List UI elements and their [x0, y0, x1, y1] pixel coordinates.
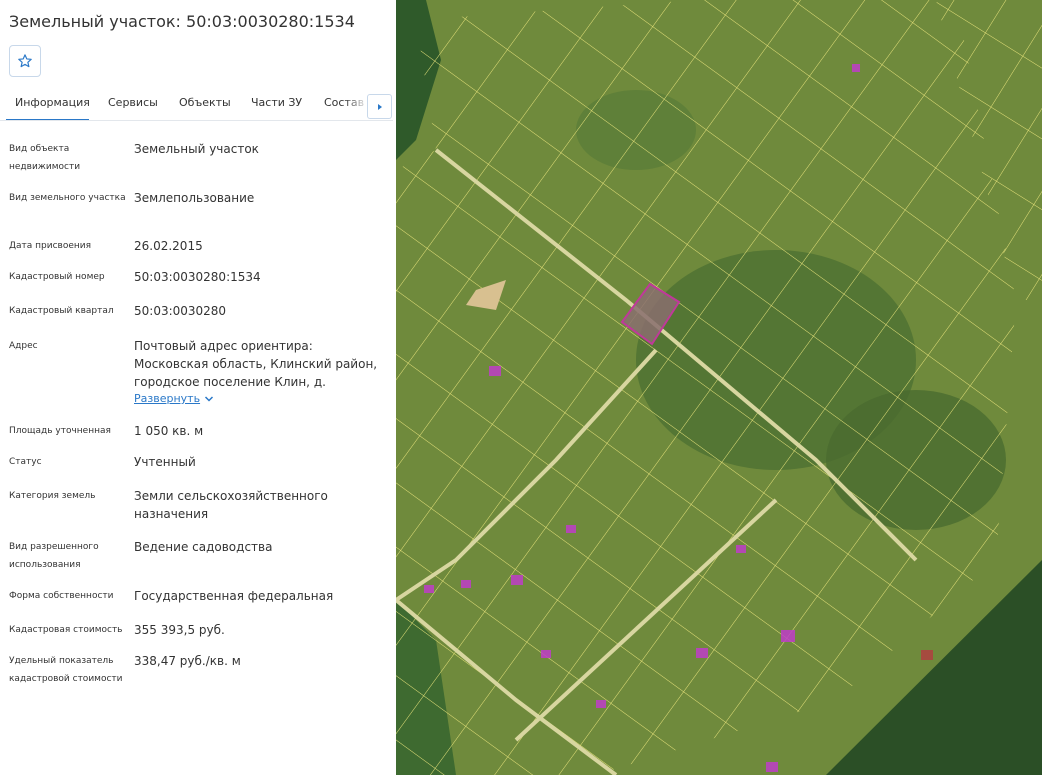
field-label: Статус — [9, 457, 42, 467]
field-cad-cost: Кадастровая стоимость 355 393,5 руб. — [9, 621, 389, 641]
field-ownership: Форма собственности Государственная феде… — [9, 587, 389, 607]
building — [511, 575, 523, 585]
field-label: Вид земельного участка — [9, 193, 126, 203]
building — [766, 762, 778, 772]
field-status: Статус Учтенный — [9, 453, 389, 473]
field-label: Кадастровый квартал — [9, 306, 114, 316]
field-permitted-use: Вид разрешенного использования Ведение с… — [9, 538, 389, 578]
field-unit-cost: Удельный показатель кадастровой стоимост… — [9, 652, 389, 692]
field-label: Кадастровый номер — [9, 272, 105, 282]
building — [566, 525, 576, 533]
field-label: Вид объекта недвижимости — [9, 144, 81, 172]
field-value: Государственная федеральная — [134, 589, 334, 603]
field-value: 1 050 кв. м — [134, 424, 204, 438]
tab-services[interactable]: Сервисы — [108, 96, 158, 120]
building — [781, 630, 795, 642]
field-area: Площадь уточненная 1 050 кв. м — [9, 422, 389, 442]
building — [696, 648, 708, 658]
field-label: Площадь уточненная — [9, 426, 111, 436]
field-address: Адрес Почтовый адрес ориентира: Московск… — [9, 337, 389, 412]
building — [596, 700, 606, 708]
field-value: 338,47 руб./кв. м — [134, 654, 241, 668]
map-canvas[interactable] — [396, 0, 1042, 775]
field-label: Категория земель — [9, 491, 96, 501]
field-label: Удельный показатель кадастровой стоимост… — [9, 656, 123, 684]
cadastral-map[interactable] — [396, 0, 1042, 775]
expand-label: Развернуть — [134, 392, 201, 405]
field-value: 355 393,5 руб. — [134, 623, 225, 637]
field-value: Землепользование — [134, 191, 255, 205]
field-cad-number: Кадастровый номер 50:03:0030280:1534 — [9, 268, 389, 288]
building — [461, 580, 471, 588]
chevron-down-icon — [205, 395, 214, 402]
field-value: 26.02.2015 — [134, 239, 203, 253]
tab-info[interactable]: Информация — [6, 96, 90, 120]
expand-address-link[interactable]: Развернуть — [134, 392, 214, 405]
field-label: Кадастровая стоимость — [9, 625, 123, 635]
page-title: Земельный участок: 50:03:0030280:1534 — [9, 12, 355, 31]
tab-objects[interactable]: Объекты — [179, 96, 231, 120]
field-land-category: Категория земель Земли сельскохозяйствен… — [9, 487, 389, 527]
building — [852, 64, 860, 72]
tabs-scroll-button[interactable] — [367, 94, 392, 119]
field-value: 50:03:0030280 — [134, 304, 227, 318]
tab-parts[interactable]: Части ЗУ — [251, 96, 302, 120]
field-value: Учтенный — [134, 455, 196, 469]
favorite-button[interactable] — [9, 45, 41, 77]
building — [489, 366, 501, 376]
info-panel: Земельный участок: 50:03:0030280:1534 Ин… — [0, 0, 396, 775]
field-assign-date: Дата присвоения 26.02.2015 — [9, 237, 389, 257]
field-value: Почтовый адрес ориентира: Московская обл… — [134, 339, 378, 389]
field-value: 50:03:0030280:1534 — [134, 270, 261, 284]
field-value: Земельный участок — [134, 142, 259, 156]
building — [541, 650, 551, 658]
chevron-right-icon — [377, 103, 382, 110]
field-parcel-type: Вид земельного участка Землепользование — [9, 189, 389, 229]
field-label: Дата присвоения — [9, 241, 92, 251]
field-value: Земли сельскохозяйственного назначения — [134, 489, 328, 521]
building — [736, 545, 746, 553]
tab-fade — [345, 91, 369, 120]
field-label: Форма собственности — [9, 591, 114, 601]
field-object-type: Вид объекта недвижимости Земельный участ… — [9, 140, 389, 180]
tab-bar: Информация Сервисы Объекты Части ЗУ Сост… — [0, 91, 393, 121]
field-value: Ведение садоводства — [134, 540, 273, 554]
field-label: Адрес — [9, 341, 38, 351]
star-icon — [18, 54, 32, 68]
field-label: Вид разрешенного использования — [9, 542, 99, 570]
field-cad-quarter: Кадастровый квартал 50:03:0030280 — [9, 302, 389, 322]
building — [921, 650, 933, 660]
building — [424, 585, 434, 593]
